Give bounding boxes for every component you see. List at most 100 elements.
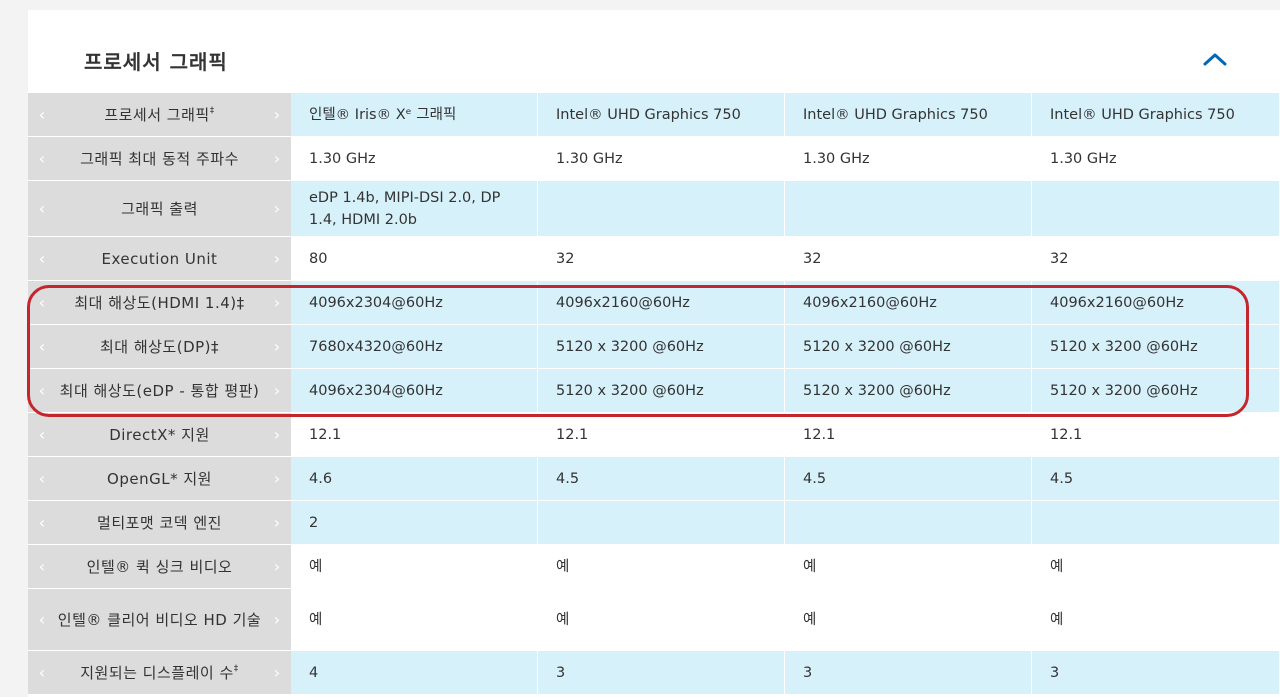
spec-value: 7680x4320@60Hz	[309, 338, 443, 355]
chevron-left-icon[interactable]: ‹	[36, 558, 48, 575]
spec-value: 3	[556, 664, 566, 681]
chevron-up-icon[interactable]	[1200, 48, 1230, 70]
spec-value-cell: 5120 x 3200 @60Hz	[785, 325, 1032, 369]
spec-row: ‹ 최대 해상도(HDMI 1.4)‡ › 4096x2304@60Hz 4096x21…	[28, 281, 1280, 325]
spec-value: 예	[556, 611, 570, 628]
spec-value-cell: 2	[291, 501, 538, 545]
spec-value-cell: 4.5	[785, 457, 1032, 501]
chevron-right-icon[interactable]: ›	[271, 611, 283, 628]
spec-label: 인텔® 클리어 비디오 HD 기술	[57, 610, 262, 629]
chevron-left-icon[interactable]: ‹	[36, 470, 48, 487]
chevron-left-icon[interactable]: ‹	[36, 664, 48, 681]
spec-value: 예	[803, 611, 817, 628]
chevron-left-icon[interactable]: ‹	[36, 382, 48, 399]
spec-label-wrap: DirectX* 지원	[52, 424, 267, 446]
spec-label-wrap: 최대 해상도(HDMI 1.4)‡	[52, 292, 267, 314]
chevron-right-icon[interactable]: ›	[271, 664, 283, 681]
spec-value: 4096x2160@60Hz	[803, 294, 937, 311]
spec-row: ‹ 최대 해상도(eDP - 통합 평판) › 4096x2304@60Hz 5120 …	[28, 369, 1280, 413]
chevron-right-icon[interactable]: ›	[271, 470, 283, 487]
spec-value: 5120 x 3200 @60Hz	[556, 338, 704, 355]
spec-value: 32	[556, 250, 575, 267]
spec-value-cell: 5120 x 3200 @60Hz	[1032, 325, 1280, 369]
spec-label: DirectX* 지원	[109, 425, 210, 444]
chevron-left-icon[interactable]: ‹	[36, 338, 48, 355]
spec-value-cell	[1032, 501, 1280, 545]
chevron-right-icon[interactable]: ›	[271, 382, 283, 399]
chevron-right-icon[interactable]: ›	[271, 150, 283, 167]
spec-label-wrap: 최대 해상도(DP)‡	[52, 336, 267, 358]
spec-value: 3	[803, 664, 813, 681]
section-header[interactable]: 프로세서 그래픽	[28, 10, 1280, 93]
spec-value: 2	[309, 514, 319, 531]
spec-value: 5120 x 3200 @60Hz	[556, 382, 704, 399]
spec-value-cell: 3	[1032, 651, 1280, 695]
spec-label-cell: ‹ 지원되는 디스플레이 수‡ ›	[28, 651, 291, 695]
chevron-left-icon[interactable]: ‹	[36, 200, 48, 217]
chevron-left-icon[interactable]: ‹	[36, 250, 48, 267]
spec-row: ‹ 인텔® 퀵 싱크 비디오 › 예 예 예 예	[28, 545, 1280, 589]
spec-label-cell: ‹ 최대 해상도(DP)‡ ›	[28, 325, 291, 369]
spec-value-cell: Intel® UHD Graphics 750	[1032, 93, 1280, 137]
spec-value-cell: Intel® UHD Graphics 750	[538, 93, 785, 137]
spec-value: 4096x2304@60Hz	[309, 294, 443, 311]
spec-value-cell: 1.30 GHz	[291, 137, 538, 181]
spec-row: ‹ 인텔® 클리어 비디오 HD 기술 › 예 예 예 예	[28, 589, 1280, 651]
spec-value: 32	[803, 250, 822, 267]
chevron-left-icon[interactable]: ‹	[36, 150, 48, 167]
spec-label-wrap: 지원되는 디스플레이 수‡	[52, 662, 267, 684]
chevron-left-icon[interactable]: ‹	[36, 106, 48, 123]
spec-label: 멀티포맷 코덱 엔진	[97, 513, 222, 532]
spec-label-wrap: 그래픽 최대 동적 주파수	[52, 148, 267, 170]
spec-label-cell: ‹ 그래픽 출력 ›	[28, 181, 291, 237]
spec-label-cell: ‹ 인텔® 퀵 싱크 비디오 ›	[28, 545, 291, 589]
spec-value: 12.1	[1050, 426, 1083, 443]
spec-label: 최대 해상도(HDMI 1.4)‡	[74, 293, 245, 312]
spec-value: 4096x2304@60Hz	[309, 382, 443, 399]
spec-label-wrap: OpenGL* 지원	[52, 468, 267, 490]
spec-value: Intel® UHD Graphics 750	[803, 106, 988, 123]
spec-value-cell: 예	[785, 545, 1032, 589]
spec-value-cell: 4096x2304@60Hz	[291, 369, 538, 413]
chevron-left-icon[interactable]: ‹	[36, 611, 48, 628]
chevron-right-icon[interactable]: ›	[271, 106, 283, 123]
spec-value: Intel® UHD Graphics 750	[1050, 106, 1235, 123]
spec-label-cell: ‹ DirectX* 지원 ›	[28, 413, 291, 457]
spec-value-cell: 예	[785, 589, 1032, 651]
chevron-left-icon[interactable]: ‹	[36, 294, 48, 311]
chevron-right-icon[interactable]: ›	[271, 294, 283, 311]
spec-value-cell: 3	[538, 651, 785, 695]
spec-value-cell: 예	[1032, 545, 1280, 589]
spec-value-cell: 4096x2160@60Hz	[538, 281, 785, 325]
spec-value: 12.1	[309, 426, 342, 443]
spec-label: OpenGL* 지원	[107, 469, 212, 488]
spec-value: 1.30 GHz	[309, 150, 376, 167]
spec-row: ‹ OpenGL* 지원 › 4.6 4.5 4.5 4.5	[28, 457, 1280, 501]
spec-row: ‹ 최대 해상도(DP)‡ › 7680x4320@60Hz 5120 x 3200 @…	[28, 325, 1280, 369]
chevron-left-icon[interactable]: ‹	[36, 426, 48, 443]
spec-value: 12.1	[556, 426, 589, 443]
spec-value-cell: 80	[291, 237, 538, 281]
spec-value-cell: 인텔® Iris® Xᵉ 그래픽	[291, 93, 538, 137]
chevron-right-icon[interactable]: ›	[271, 200, 283, 217]
chevron-left-icon[interactable]: ‹	[36, 514, 48, 531]
spec-value-cell: 1.30 GHz	[538, 137, 785, 181]
footnote-marker[interactable]: ‡	[210, 106, 215, 116]
chevron-right-icon[interactable]: ›	[271, 558, 283, 575]
spec-row: ‹ 그래픽 출력 › eDP 1.4b, MIPI-DSI 2.0, DP 1.4, …	[28, 181, 1280, 237]
spec-value: 예	[556, 558, 570, 575]
chevron-right-icon[interactable]: ›	[271, 338, 283, 355]
footnote-marker[interactable]: ‡	[234, 664, 239, 674]
spec-label: 인텔® 퀵 싱크 비디오	[86, 557, 233, 576]
spec-value-cell: 5120 x 3200 @60Hz	[538, 325, 785, 369]
spec-value: 4096x2160@60Hz	[1050, 294, 1184, 311]
spec-value-cell: 5120 x 3200 @60Hz	[1032, 369, 1280, 413]
spec-value-cell: 32	[785, 237, 1032, 281]
spec-value: 4.6	[309, 470, 333, 487]
spec-value-cell: 3	[785, 651, 1032, 695]
chevron-right-icon[interactable]: ›	[271, 426, 283, 443]
spec-value-cell: 4096x2160@60Hz	[1032, 281, 1280, 325]
chevron-right-icon[interactable]: ›	[271, 250, 283, 267]
spec-value-cell: 4.5	[1032, 457, 1280, 501]
chevron-right-icon[interactable]: ›	[271, 514, 283, 531]
